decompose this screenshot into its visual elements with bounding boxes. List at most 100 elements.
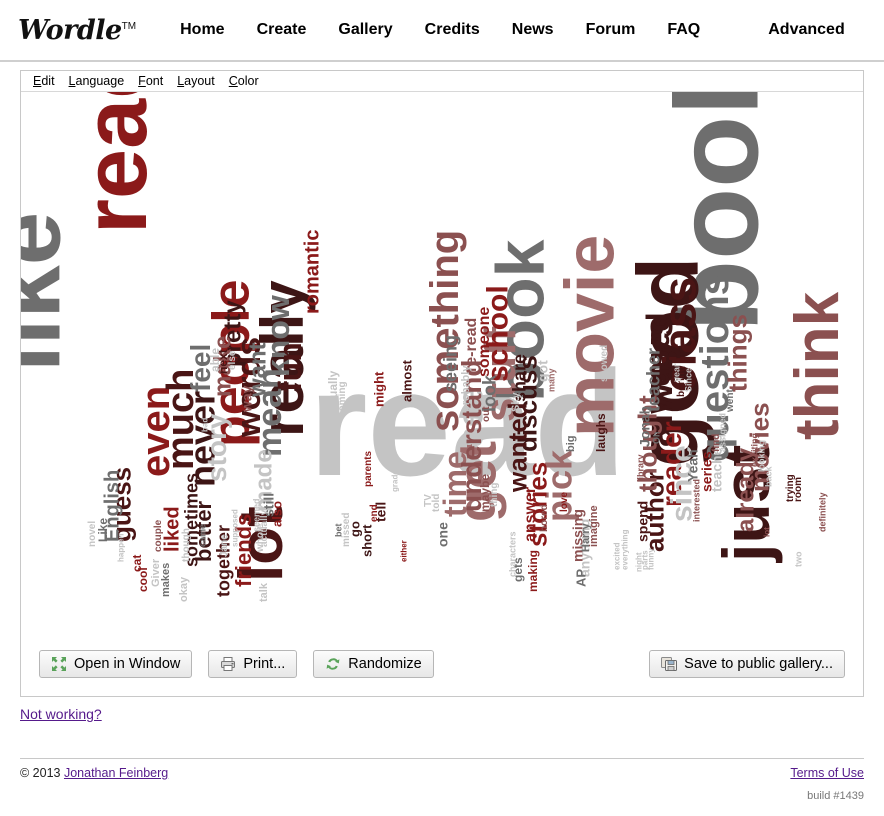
cloud-word: told (430, 493, 442, 512)
trademark-symbol: TM (121, 20, 137, 32)
cloud-word: couple (152, 519, 164, 552)
cloud-word: back (763, 466, 774, 487)
cloud-word: okay (177, 576, 190, 602)
cloud-word: characters (507, 531, 518, 577)
randomize-button[interactable]: Randomize (313, 650, 434, 678)
author-link[interactable]: Jonathan Feinberg (64, 766, 168, 780)
cloud-word: bad (200, 417, 210, 432)
cloud-word: everything (620, 529, 630, 570)
cloud-word: things (722, 314, 753, 392)
cloud-word: also (269, 500, 285, 527)
cloud-word: short (359, 524, 375, 558)
site-header: WordleTM Home Create Gallery Credits New… (0, 0, 884, 62)
nav-item-home[interactable]: Home (164, 21, 240, 39)
cloud-word: went (724, 389, 736, 412)
menu-item-edit[interactable]: Edit (33, 74, 55, 88)
cloud-word: re-read (462, 317, 480, 372)
main-navigation: Home Create Gallery Credits News Forum F… (164, 21, 884, 39)
cloud-word: grade (390, 470, 400, 492)
cloud-word: romantic (301, 229, 324, 314)
cloud-word: supposed (230, 509, 240, 547)
copyright-prefix: © 2013 (20, 766, 64, 780)
cloud-word: might (371, 371, 387, 407)
cloud-word: night (634, 552, 644, 572)
refresh-arrows-icon (326, 658, 340, 670)
print-button[interactable]: Print... (208, 650, 298, 678)
cloud-word: almost (399, 360, 415, 402)
cloud-word: lot (762, 527, 772, 537)
cloud-word: room (792, 477, 804, 502)
word-cloud-canvas[interactable]: booksreadreadinglikegoodmoviebookjustthi… (21, 92, 863, 632)
not-working-link-wrap: Not working? (20, 706, 102, 722)
nav-item-forum[interactable]: Forum (570, 21, 652, 39)
cloud-word: Like (96, 517, 111, 542)
nav-item-gallery[interactable]: Gallery (322, 21, 408, 39)
footer-divider (20, 758, 864, 759)
cloud-word: big (564, 435, 577, 453)
cloud-word: seeing (440, 334, 461, 392)
menu-item-font[interactable]: Font (138, 74, 163, 88)
cloud-word: teacher (643, 347, 664, 412)
cloud-word: Sky (509, 392, 522, 412)
save-to-public-gallery-button[interactable]: Save to public gallery... (649, 650, 845, 678)
cloud-word: spend (634, 500, 651, 542)
copyright-notice: © 2013 Jonathan Feinberg (20, 766, 168, 780)
open-in-window-label: Open in Window (74, 656, 181, 672)
cloud-word: think (783, 291, 853, 440)
cloud-word: making (526, 549, 541, 592)
menu-rest-layout: ayout (184, 74, 215, 88)
cloud-word: either (399, 540, 409, 562)
menu-item-color[interactable]: Color (229, 74, 259, 88)
menu-item-layout[interactable]: Layout (177, 74, 215, 88)
cloud-word: came (197, 523, 208, 547)
nav-item-news[interactable]: News (496, 21, 570, 39)
menu-accel-font: F (138, 74, 146, 88)
cloud-word: coming (336, 381, 348, 417)
cloud-word: probably (459, 365, 472, 412)
cloud-word: excited (612, 542, 622, 570)
randomize-label: Randomize (348, 656, 422, 672)
menu-rest-language: anguage (75, 74, 125, 88)
cloud-word: parents (362, 450, 374, 487)
cloud-word: definitely (817, 492, 828, 532)
applet-button-bar: Open in Window Print... Randomize Save t… (21, 632, 863, 696)
cloud-word: assigned (717, 412, 728, 452)
cloud-word: though (180, 528, 192, 562)
cloud-word: one (434, 522, 451, 547)
terms-of-use-link[interactable]: Terms of Use (790, 766, 864, 780)
cloud-word: Since (683, 367, 694, 392)
cloud-word: Jonah (636, 405, 653, 447)
nav-item-faq[interactable]: FAQ (651, 21, 716, 39)
build-number: build #1439 (807, 790, 864, 802)
cloud-word: seemed (251, 498, 262, 532)
expand-arrows-icon (52, 657, 66, 671)
cloud-word: story (201, 413, 233, 482)
cloud-word: Oh (651, 431, 662, 445)
menu-accel-language: L (68, 74, 76, 88)
cloud-word: like (21, 211, 81, 372)
menu-accel-color: C (228, 74, 238, 88)
cloud-word: library (635, 454, 646, 482)
open-in-window-button[interactable]: Open in Window (39, 650, 193, 678)
cloud-word: AP (573, 568, 589, 587)
cloud-word: fun (271, 342, 308, 392)
cloud-word: cool (136, 567, 151, 592)
menu-rest-font: ont (145, 74, 164, 88)
applet-menu-bar: Edit Language Font Layout Color (21, 71, 863, 92)
nav-item-create[interactable]: Create (241, 21, 323, 39)
cloud-word: Yeah (684, 449, 701, 482)
cloud-word: thing (488, 482, 500, 507)
cloud-word: Harry (579, 523, 592, 552)
cloud-word: talk (257, 583, 270, 602)
logo-text: Wordle (18, 14, 122, 46)
cloud-word: else (226, 350, 238, 370)
menu-item-language[interactable]: Language (69, 74, 125, 88)
cloud-word: year (671, 363, 682, 382)
cloud-word: showed (598, 344, 610, 382)
wordle-logo[interactable]: WordleTM (18, 15, 140, 46)
not-working-link[interactable]: Not working? (20, 706, 102, 722)
nav-item-credits[interactable]: Credits (409, 21, 496, 39)
nav-item-advanced[interactable]: Advanced (752, 21, 860, 39)
cloud-word: answer (521, 486, 539, 542)
cloud-word: laughs (594, 413, 609, 452)
